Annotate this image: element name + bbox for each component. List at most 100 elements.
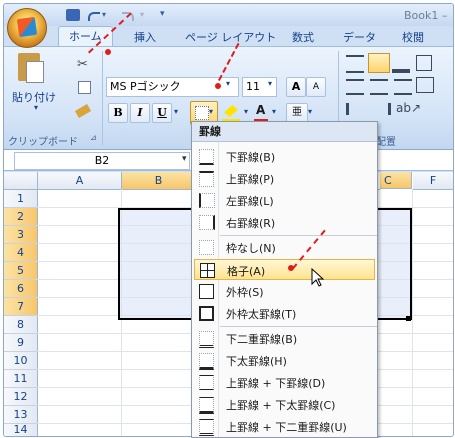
menu-separator [220,235,377,236]
underline-button[interactable]: U [152,103,172,123]
row-header[interactable]: 1 [4,190,38,208]
name-box-dropdown-icon[interactable]: ▾ [182,154,187,164]
menu-item-right-border[interactable]: 右罫線(R) [192,212,377,233]
row-header[interactable]: 9 [4,334,38,352]
annotation-dot [288,265,294,271]
fill-handle[interactable] [406,316,411,321]
borders-dropdown-menu: 罫線 下罫線(B) 上罫線(P) 左罫線(L) 右罫線(R) 枠なし(N) 格子… [191,121,378,438]
fill-color-dropdown-icon[interactable]: ▾ [244,107,248,116]
row-header[interactable]: 3 [4,226,38,244]
font-color-icon[interactable]: A [256,103,265,117]
border-right-icon [199,215,215,230]
menu-item-outside-borders[interactable]: 外枠(S) [192,281,377,302]
annotation-dot [215,83,221,89]
window-title: Book1 – [404,9,448,22]
column-header[interactable]: C [380,172,412,189]
name-box[interactable]: B2 [14,152,190,170]
align-right-icon[interactable] [394,79,412,95]
clipboard-launcher-icon[interactable]: ⊿ [90,133,97,142]
row-header[interactable]: 6 [4,280,38,298]
top-bottom-border-icon [199,375,214,390]
font-name-dropdown-icon[interactable]: ▾ [226,79,230,88]
cut-icon[interactable]: ✂ [77,57,88,72]
ribbon-tabs: ホーム 挿入 ページ レイアウト 数式 データ 校閲 [4,26,453,47]
align-center-icon[interactable] [370,79,388,95]
no-border-icon [199,240,214,255]
bold-button[interactable]: B [108,103,128,123]
menu-separator [220,326,377,327]
copy-icon[interactable] [78,81,91,94]
menu-item-no-border[interactable]: 枠なし(N) [192,237,377,258]
increase-indent-icon[interactable] [370,103,391,115]
phonetic-dropdown-icon[interactable]: ▾ [308,107,312,116]
tab-insert[interactable]: 挿入 [134,29,156,45]
font-size-dropdown-icon[interactable]: ▾ [268,79,272,88]
row-header[interactable]: 2 [4,208,38,226]
align-middle-button[interactable] [368,53,390,73]
menu-item-top-border[interactable]: 上罫線(P) [192,168,377,189]
tab-page-layout[interactable]: ページ レイアウト [185,29,276,45]
row-header[interactable]: 4 [4,244,38,262]
office-button[interactable] [7,8,47,48]
thick-box-border-icon [199,306,214,321]
undo-icon[interactable] [88,12,100,21]
row-header[interactable]: 13 [4,406,38,424]
menu-header: 罫線 [192,122,377,142]
thick-bottom-border-icon [199,353,214,370]
decrease-indent-icon[interactable] [346,103,367,115]
customize-qat-icon[interactable]: ▾ [160,9,165,19]
top-thick-bottom-border-icon [199,397,214,414]
align-left-icon[interactable] [346,79,364,95]
menu-item-top-double-bottom-border[interactable]: 上罫線 + 下二重罫線(U) [192,416,377,437]
undo-dropdown-icon[interactable]: ▾ [102,10,106,19]
select-all-corner[interactable] [4,172,38,190]
border-top-icon [199,171,214,187]
office-logo-icon [16,16,38,38]
align-top-icon[interactable] [346,55,364,73]
fill-color-icon[interactable] [224,105,238,117]
menu-item-all-borders[interactable]: 格子(A) [194,259,375,280]
alignment-group-label: 配置 [376,137,396,148]
title-bar: ▾ ▾ ▾ Book1 – [4,4,453,26]
italic-button[interactable]: I [130,103,150,123]
menu-item-thick-box-border[interactable]: 外枠太罫線(T) [192,303,377,324]
row-header[interactable]: 10 [4,352,38,370]
underline-dropdown-icon[interactable]: ▾ [174,107,178,116]
top-double-bottom-border-icon [199,419,214,436]
border-icon [195,106,209,120]
save-icon[interactable] [66,9,80,21]
paste-dropdown-icon[interactable]: ▾ [34,103,38,112]
row-header[interactable]: 8 [4,316,38,334]
menu-item-top-thick-bottom-border[interactable]: 上罫線 + 下太罫線(C) [192,394,377,415]
phonetic-button[interactable]: 亜 [286,103,308,123]
column-header[interactable]: B [122,172,196,190]
row-header[interactable]: 12 [4,388,38,406]
border-left-icon [199,193,215,208]
orientation-icon[interactable]: ab↗ [396,101,421,115]
row-header[interactable]: 7 [4,298,38,316]
outside-borders-icon [199,284,214,299]
tab-data[interactable]: データ [343,29,376,45]
clipboard-group-label: クリップボード [8,137,78,148]
paste-button[interactable] [14,53,46,85]
tab-formulas[interactable]: 数式 [292,29,314,45]
shrink-font-button[interactable]: A [306,77,326,97]
font-color-dropdown-icon[interactable]: ▾ [272,107,276,116]
format-painter-icon[interactable] [74,104,92,118]
menu-item-bottom-border[interactable]: 下罫線(B) [192,146,377,167]
menu-item-bottom-double-border[interactable]: 下二重罫線(B) [192,328,377,349]
align-bottom-icon[interactable] [392,55,410,73]
wrap-text-icon[interactable] [416,55,432,71]
menu-item-left-border[interactable]: 左罫線(L) [192,190,377,211]
redo-dropdown-icon[interactable]: ▾ [140,10,144,19]
column-header[interactable]: F [413,172,453,190]
grow-font-button[interactable]: A [286,77,306,97]
merge-center-icon[interactable] [416,77,434,93]
row-header[interactable]: 14 [4,424,38,436]
column-header[interactable]: A [38,172,122,190]
row-header[interactable]: 5 [4,262,38,280]
tab-review[interactable]: 校閲 [402,29,424,45]
menu-item-thick-bottom-border[interactable]: 下太罫線(H) [192,350,377,371]
menu-item-top-bottom-border[interactable]: 上罫線 + 下罫線(D) [192,372,377,393]
row-header[interactable]: 11 [4,370,38,388]
